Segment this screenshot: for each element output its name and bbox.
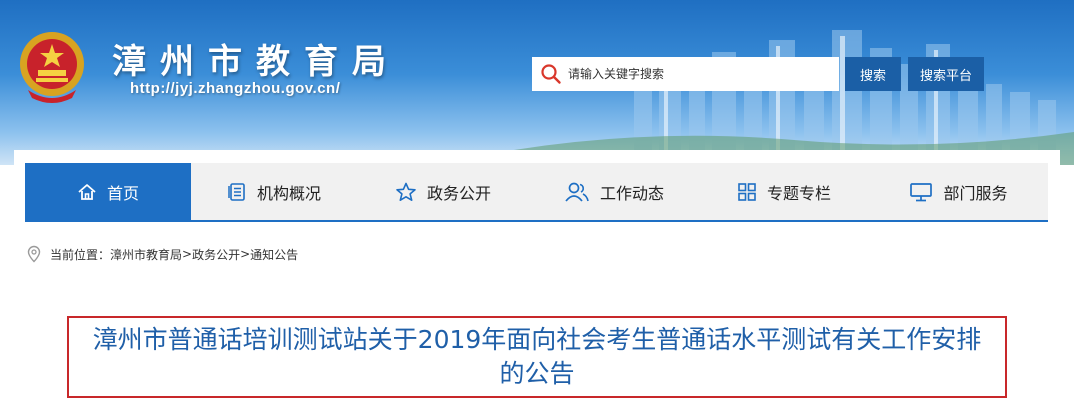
monitor-icon xyxy=(910,182,933,201)
breadcrumb-separator: > xyxy=(182,247,193,261)
document-list-icon xyxy=(228,182,245,201)
nav-label-dept-services: 部门服务 xyxy=(943,183,1008,203)
nav-item-dept-services[interactable]: 部门服务 xyxy=(869,163,1048,220)
search-icon xyxy=(541,64,561,84)
breadcrumb-separator: > xyxy=(240,247,251,261)
search-platform-button[interactable]: 搜索平台 xyxy=(908,57,984,91)
nav-item-gov-affairs[interactable]: 政务公开 xyxy=(357,163,529,220)
search-button[interactable]: 搜索 xyxy=(845,57,901,91)
nav-item-special-topics[interactable]: 专题专栏 xyxy=(699,163,869,220)
search-box xyxy=(532,57,839,91)
breadcrumb: 当前位置： 漳州市教育局 > 政务公开 > 通知公告 xyxy=(26,245,298,263)
grid-icon xyxy=(738,182,756,201)
article-title-box: 漳州市普通话培训测试站关于2019年面向社会考生普通话水平测试有关工作安排的公告 xyxy=(67,316,1007,398)
site-title: 漳州市教育局 xyxy=(112,42,400,82)
nav-label-about: 机构概况 xyxy=(256,183,321,203)
people-icon xyxy=(565,182,589,202)
main-nav: 首页 机构概况 政务公开 工作动态 专题专栏 部门服务 xyxy=(25,163,1048,222)
breadcrumb-link-home[interactable]: 漳州市教育局 xyxy=(110,246,182,263)
breadcrumb-link-gov-affairs[interactable]: 政务公开 xyxy=(192,246,240,263)
nav-item-work-news[interactable]: 工作动态 xyxy=(529,163,699,220)
national-emblem-icon xyxy=(20,32,84,103)
site-header: 漳州市教育局 http://jyj.zhangzhou.gov.cn/ 搜索 搜… xyxy=(0,0,1074,165)
star-icon xyxy=(396,182,416,201)
nav-label-special-topics: 专题专栏 xyxy=(766,183,831,203)
article-title: 漳州市普通话培训测试站关于2019年面向社会考生普通话水平测试有关工作安排的公告 xyxy=(92,325,982,388)
breadcrumb-link-notices[interactable]: 通知公告 xyxy=(250,246,298,263)
site-url: http://jyj.zhangzhou.gov.cn/ xyxy=(130,80,341,97)
nav-label-work-news: 工作动态 xyxy=(599,183,664,203)
home-icon xyxy=(78,183,96,200)
nav-item-home[interactable]: 首页 xyxy=(25,163,191,220)
nav-label-home: 首页 xyxy=(106,183,139,203)
nav-item-about[interactable]: 机构概况 xyxy=(191,163,357,220)
search-input[interactable] xyxy=(568,59,828,89)
location-pin-icon xyxy=(27,245,41,263)
breadcrumb-prefix: 当前位置： xyxy=(50,247,111,262)
nav-label-gov-affairs: 政务公开 xyxy=(426,183,491,203)
